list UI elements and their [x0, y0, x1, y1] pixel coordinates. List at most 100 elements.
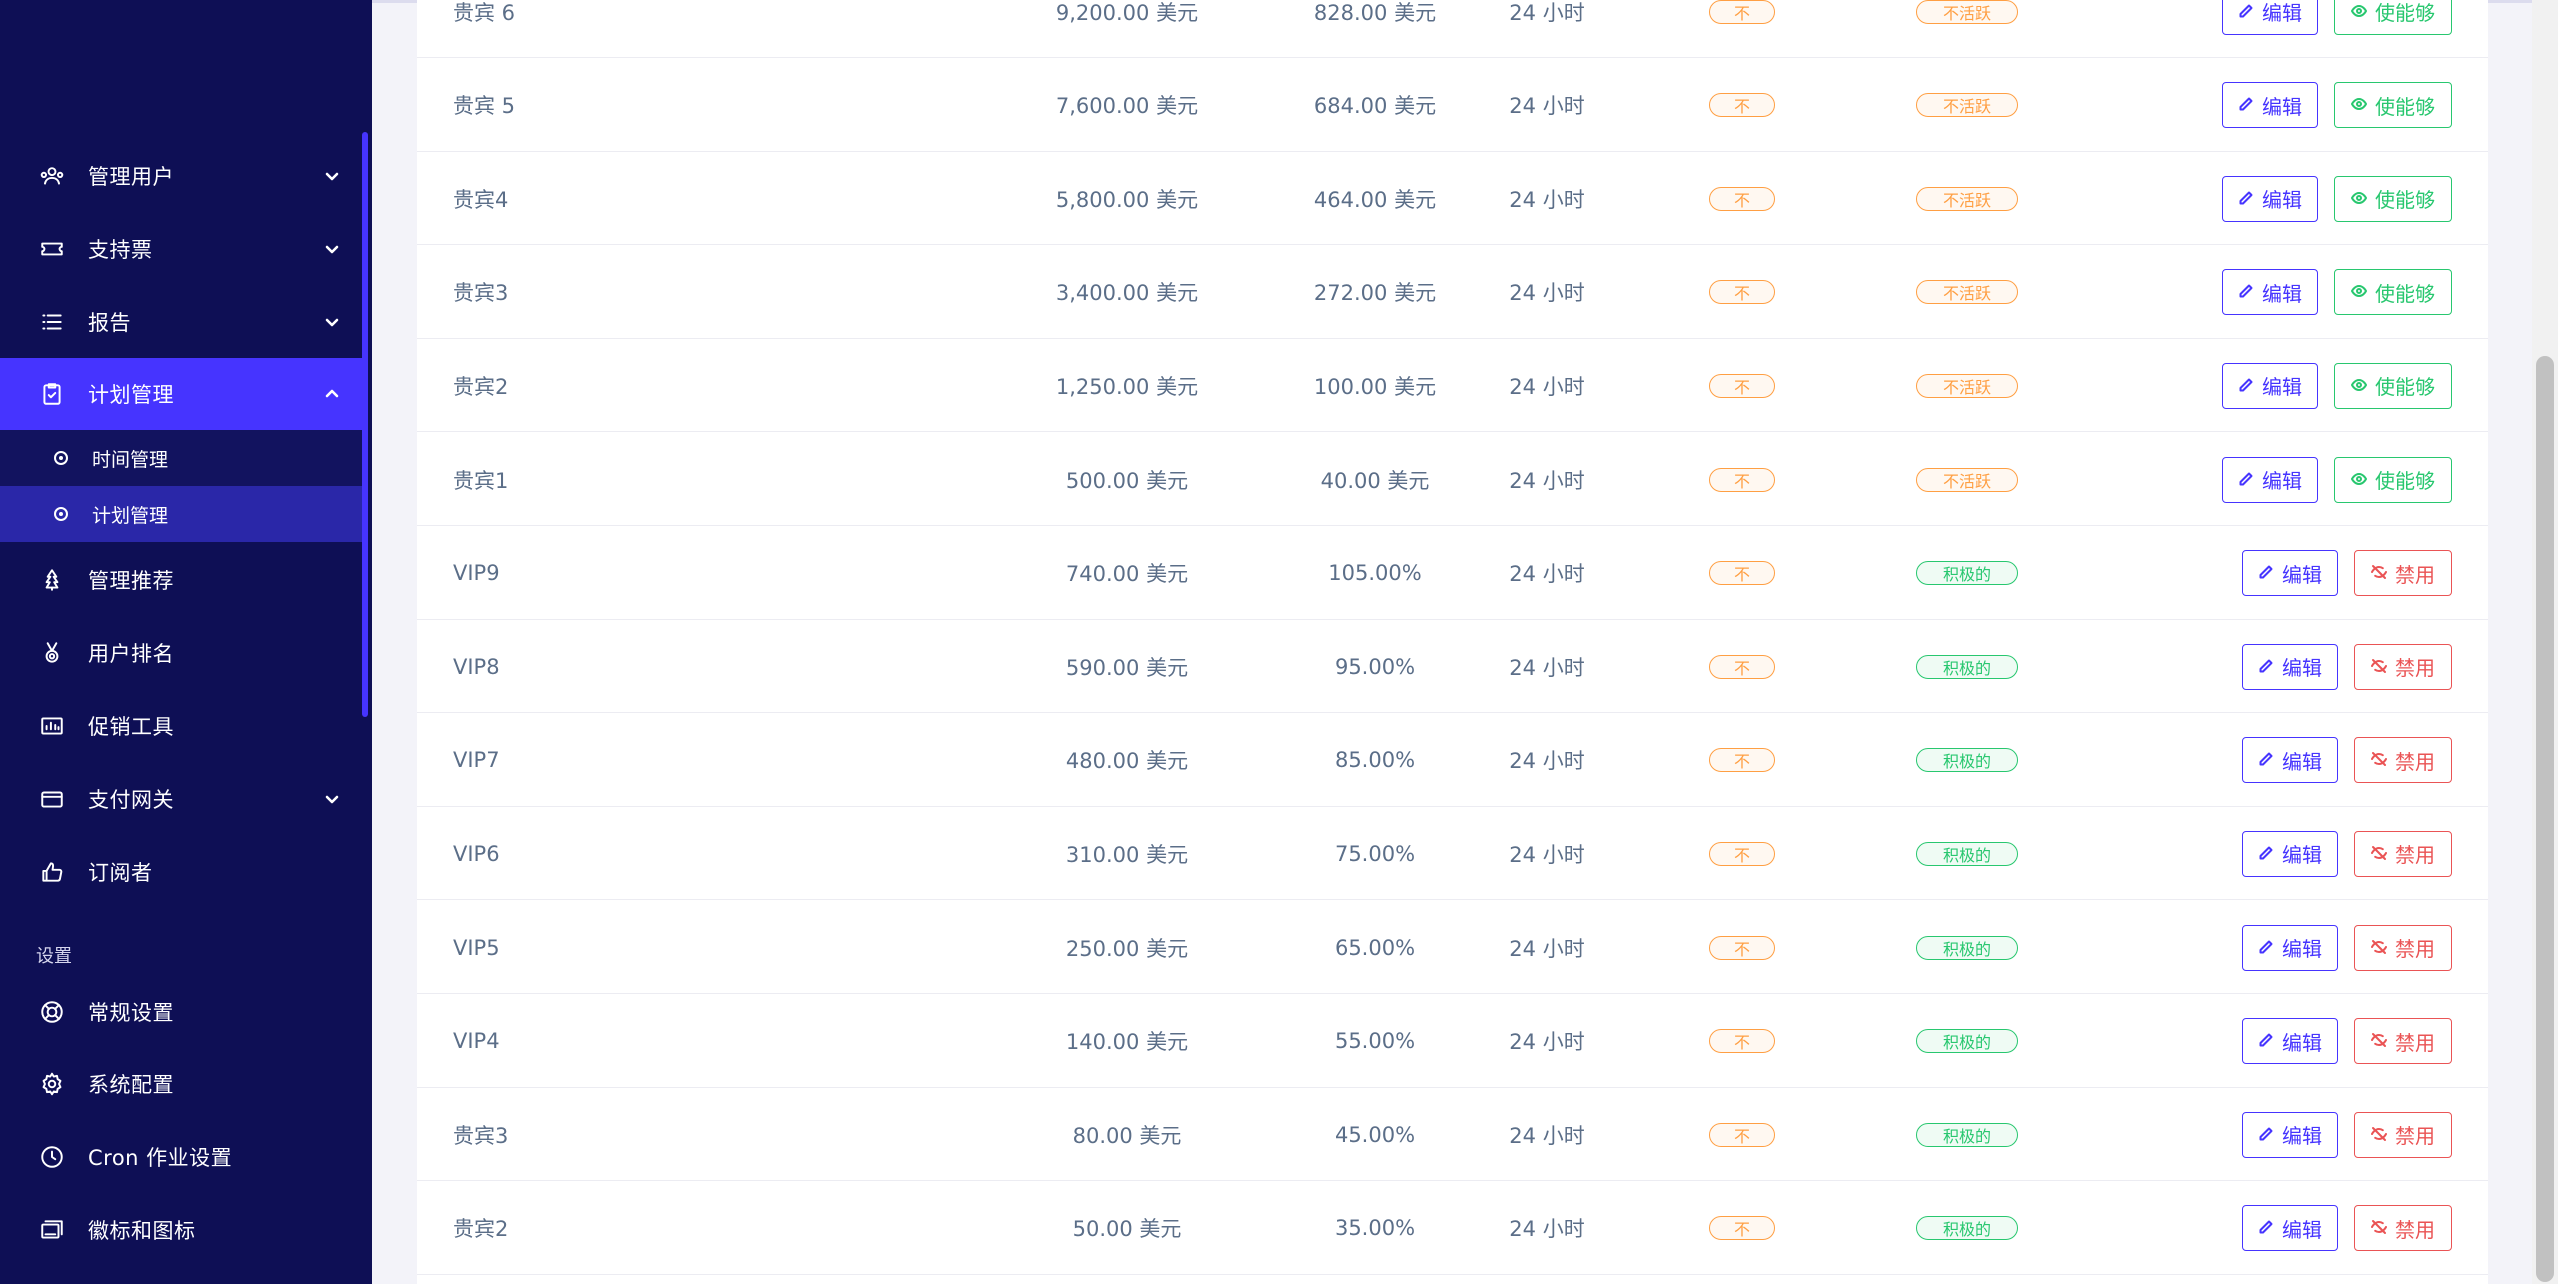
flag-badge: 不	[1709, 654, 1775, 679]
flag-badge: 不	[1709, 748, 1775, 773]
plan-time: 24 小时	[1509, 1030, 1585, 1055]
plan-time: 24 小时	[1509, 842, 1585, 867]
disable-button[interactable]: 禁用	[2354, 737, 2452, 784]
sidebar-scrollbar[interactable]	[362, 132, 368, 717]
page-scrollbar-thumb[interactable]	[2536, 356, 2554, 1282]
enable-button[interactable]: 使能够	[2334, 0, 2452, 35]
sidebar-item-manage-users[interactable]: 管理用户	[0, 140, 362, 212]
disable-button[interactable]: 禁用	[2354, 1018, 2452, 1065]
edit-button[interactable]: 编辑	[2222, 362, 2318, 409]
pencil-icon	[2258, 1216, 2274, 1240]
enable-button[interactable]: 使能够	[2334, 456, 2452, 503]
flag-badge: 不	[1709, 467, 1775, 492]
disable-button[interactable]: 禁用	[2354, 1205, 2452, 1252]
table-row: 贵宾3 80.00 美元 45.00% 24 小时不积极的 编辑 禁用	[417, 1088, 2488, 1182]
status-badge: 积极的	[1916, 935, 2018, 960]
pencil-icon	[2258, 748, 2274, 772]
plan-time: 24 小时	[1509, 187, 1585, 212]
flag-badge: 不	[1709, 1216, 1775, 1241]
edit-button[interactable]: 编辑	[2242, 924, 2338, 971]
sidebar-item-manage-referrals[interactable]: 管理推荐	[0, 544, 362, 616]
disable-button[interactable]: 禁用	[2354, 550, 2452, 597]
disable-button[interactable]: 禁用	[2354, 1111, 2452, 1158]
eye-off-icon	[2371, 748, 2387, 772]
table-row: 贵宾 6 9,200.00 美元 828.00 美元 24 小时不不活跃 编辑 使能够	[417, 0, 2488, 58]
toggle-button-label: 禁用	[2395, 843, 2435, 868]
status-badge: 积极的	[1916, 1122, 2018, 1147]
disable-button[interactable]: 禁用	[2354, 830, 2452, 877]
sidebar-item-system-config[interactable]: 系统配置	[0, 1048, 362, 1120]
sidebar-item-subscribers[interactable]: 订阅者	[0, 836, 362, 908]
flag-badge: 不	[1709, 935, 1775, 960]
sidebar-item-general-settings[interactable]: 常规设置	[0, 976, 362, 1048]
flag-badge: 不	[1709, 561, 1775, 586]
edit-button[interactable]: 编辑	[2242, 737, 2338, 784]
edit-button-label: 编辑	[2282, 749, 2322, 774]
sidebar-item-support-tickets[interactable]: 支持票	[0, 213, 362, 285]
sidebar-item-label: 用户排名	[88, 642, 174, 666]
edit-button[interactable]: 编辑	[2242, 1205, 2338, 1252]
edit-button[interactable]: 编辑	[2222, 269, 2318, 316]
table-row: 贵宾1 500.00 美元 40.00 美元 24 小时不不活跃 编辑 使能够	[417, 433, 2488, 526]
sidebar-item-payment-gateways[interactable]: 支付网关	[0, 763, 362, 835]
sidebar: 管理用户 支持票 报告 计划管理 时间管理 计划管理 管理推荐 用户排名 促销工…	[0, 0, 372, 1284]
pencil-icon	[2258, 936, 2274, 960]
submenu-item-label: 时间管理	[92, 448, 169, 471]
sidebar-item-label: 管理推荐	[88, 569, 174, 593]
sidebar-item-label: 支持票	[88, 238, 153, 262]
sidebar-item-logo-favicon[interactable]: 徽标和图标	[0, 1194, 362, 1266]
submenu-item-plan-management[interactable]: 计划管理	[0, 486, 362, 542]
sidebar-item-label: 订阅者	[88, 861, 153, 885]
submenu-item-time-management[interactable]: 时间管理	[0, 430, 362, 486]
flag-badge: 不	[1709, 1122, 1775, 1147]
sidebar-item-label: 报告	[88, 311, 131, 335]
page-scrollbar[interactable]	[2532, 0, 2558, 1284]
sidebar-item-plan-management[interactable]: 计划管理	[0, 358, 362, 430]
plan-flag-cell: 不	[1707, 620, 1777, 713]
pencil-icon	[2238, 280, 2254, 304]
plan-time: 24 小时	[1509, 1123, 1585, 1148]
enable-button[interactable]: 使能够	[2334, 362, 2452, 409]
plan-status-cell: 不活跃	[1907, 433, 2027, 526]
plan-flag-cell: 不	[1707, 152, 1777, 245]
edit-button[interactable]: 编辑	[2242, 1018, 2338, 1065]
lifebuoy-icon	[38, 998, 66, 1026]
disable-button[interactable]: 禁用	[2354, 643, 2452, 690]
sidebar-item-user-ranking[interactable]: 用户排名	[0, 617, 362, 689]
row-actions: 编辑 禁用	[2242, 995, 2452, 1088]
edit-button-label: 编辑	[2282, 562, 2322, 587]
pencil-icon	[2238, 468, 2254, 492]
disable-button[interactable]: 禁用	[2354, 924, 2452, 971]
plan-name: 贵宾 5	[453, 94, 516, 119]
plan-status-cell: 不活跃	[1907, 339, 2027, 432]
table-row: 贵宾 5 7,600.00 美元 684.00 美元 24 小时不不活跃 编辑 使能够	[417, 59, 2488, 152]
plan-name: 贵宾2	[453, 1217, 509, 1242]
row-actions: 编辑 禁用	[2242, 1182, 2452, 1275]
sidebar-item-reports[interactable]: 报告	[0, 286, 362, 358]
edit-button[interactable]: 编辑	[2222, 456, 2318, 503]
eye-off-icon	[2371, 561, 2387, 585]
edit-button[interactable]: 编辑	[2242, 1111, 2338, 1158]
enable-button[interactable]: 使能够	[2334, 175, 2452, 222]
enable-button[interactable]: 使能够	[2334, 82, 2452, 129]
edit-button[interactable]: 编辑	[2222, 82, 2318, 129]
plan-name: 贵宾3	[453, 281, 509, 306]
eye-icon	[2351, 280, 2367, 304]
plan-name: VIP5	[453, 935, 500, 960]
edit-button[interactable]: 编辑	[2242, 830, 2338, 877]
edit-button[interactable]: 编辑	[2242, 550, 2338, 597]
status-badge: 不活跃	[1916, 280, 2018, 305]
edit-button[interactable]: 编辑	[2242, 643, 2338, 690]
plan-flag-cell: 不	[1707, 59, 1777, 152]
plan-time: 24 小时	[1509, 374, 1585, 399]
status-badge: 不活跃	[1916, 467, 2018, 492]
row-actions: 编辑 禁用	[2242, 1088, 2452, 1181]
edit-button[interactable]: 编辑	[2222, 0, 2318, 35]
status-badge: 不活跃	[1916, 373, 2018, 398]
sidebar-item-cron-settings[interactable]: Cron 作业设置	[0, 1121, 362, 1193]
table-row: VIP4 140.00 美元 55.00% 24 小时不积极的 编辑 禁用	[417, 995, 2488, 1088]
enable-button[interactable]: 使能够	[2334, 269, 2452, 316]
sidebar-item-promotion-tools[interactable]: 促销工具	[0, 690, 362, 762]
plan-time: 24 小时	[1509, 936, 1585, 961]
edit-button[interactable]: 编辑	[2222, 175, 2318, 222]
